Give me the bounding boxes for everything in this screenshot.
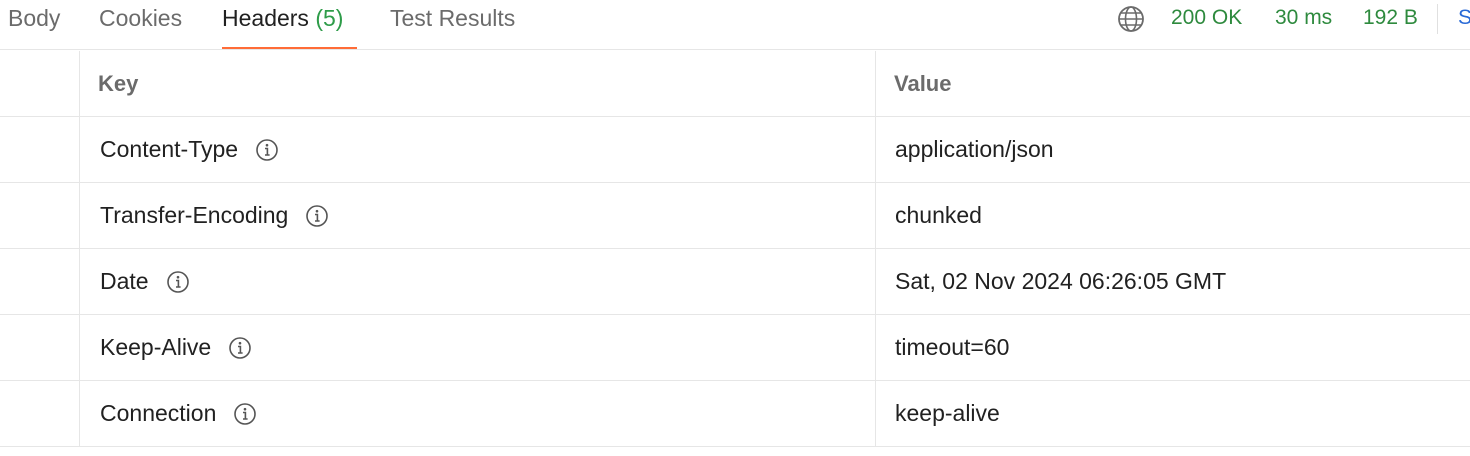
header-key: Keep-Alive <box>100 334 212 360</box>
headers-table: Key Value Content-Type application/json … <box>0 51 1470 447</box>
tab-headers-label: Headers <box>222 5 309 31</box>
info-icon[interactable] <box>255 138 279 162</box>
status-code[interactable]: 200 OK <box>1171 0 1242 36</box>
header-key-cell[interactable]: Keep-Alive <box>80 315 876 380</box>
header-key-cell[interactable]: Content-Type <box>80 117 876 182</box>
row-gutter <box>0 117 80 182</box>
tab-test-results[interactable]: Test Results <box>390 0 515 50</box>
header-value-cell[interactable]: chunked <box>876 183 1470 248</box>
table-header-row: Key Value <box>0 51 1470 117</box>
save-response-link[interactable]: S <box>1458 0 1470 36</box>
response-time[interactable]: 30 ms <box>1275 0 1332 36</box>
row-gutter <box>0 381 80 446</box>
header-value-cell[interactable]: keep-alive <box>876 381 1470 446</box>
column-header-key: Key <box>80 51 876 116</box>
row-gutter <box>0 315 80 380</box>
table-row: Connection keep-alive <box>0 381 1470 447</box>
header-key: Connection <box>100 400 217 426</box>
row-gutter <box>0 183 80 248</box>
table-row: Transfer-Encoding chunked <box>0 183 1470 249</box>
header-value-cell[interactable]: application/json <box>876 117 1470 182</box>
table-row: Content-Type application/json <box>0 117 1470 183</box>
header-key-cell[interactable]: Transfer-Encoding <box>80 183 876 248</box>
table-row: Date Sat, 02 Nov 2024 06:26:05 GMT <box>0 249 1470 315</box>
column-header-value: Value <box>894 70 952 96</box>
header-key-cell[interactable]: Date <box>80 249 876 314</box>
tab-cookies-label: Cookies <box>99 5 183 31</box>
tab-headers[interactable]: Headers (5) <box>222 0 343 50</box>
response-tab-bar: Body Cookies Headers (5) Test Results 20… <box>0 0 1470 50</box>
header-value-cell[interactable]: Sat, 02 Nov 2024 06:26:05 GMT <box>876 249 1470 314</box>
info-icon[interactable] <box>228 336 252 360</box>
tab-body[interactable]: Body <box>8 0 60 50</box>
tab-test-results-label: Test Results <box>390 5 516 31</box>
table-row: Keep-Alive timeout=60 <box>0 315 1470 381</box>
info-icon[interactable] <box>166 270 190 294</box>
status-divider <box>1437 4 1438 34</box>
row-gutter <box>0 51 80 116</box>
row-gutter <box>0 249 80 314</box>
header-key: Content-Type <box>100 136 239 162</box>
active-tab-indicator <box>222 47 357 49</box>
tab-headers-count: (5) <box>315 5 344 31</box>
info-icon[interactable] <box>233 402 257 426</box>
tab-body-label: Body <box>8 5 61 31</box>
response-panel: Body Cookies Headers (5) Test Results 20… <box>0 0 1470 456</box>
info-icon[interactable] <box>305 204 329 228</box>
globe-icon[interactable] <box>1116 4 1146 34</box>
response-size[interactable]: 192 B <box>1363 0 1418 36</box>
header-key: Transfer-Encoding <box>100 202 289 228</box>
tab-cookies[interactable]: Cookies <box>99 0 182 50</box>
header-value-cell[interactable]: timeout=60 <box>876 315 1470 380</box>
header-key-cell[interactable]: Connection <box>80 381 876 446</box>
header-key: Date <box>100 268 149 294</box>
